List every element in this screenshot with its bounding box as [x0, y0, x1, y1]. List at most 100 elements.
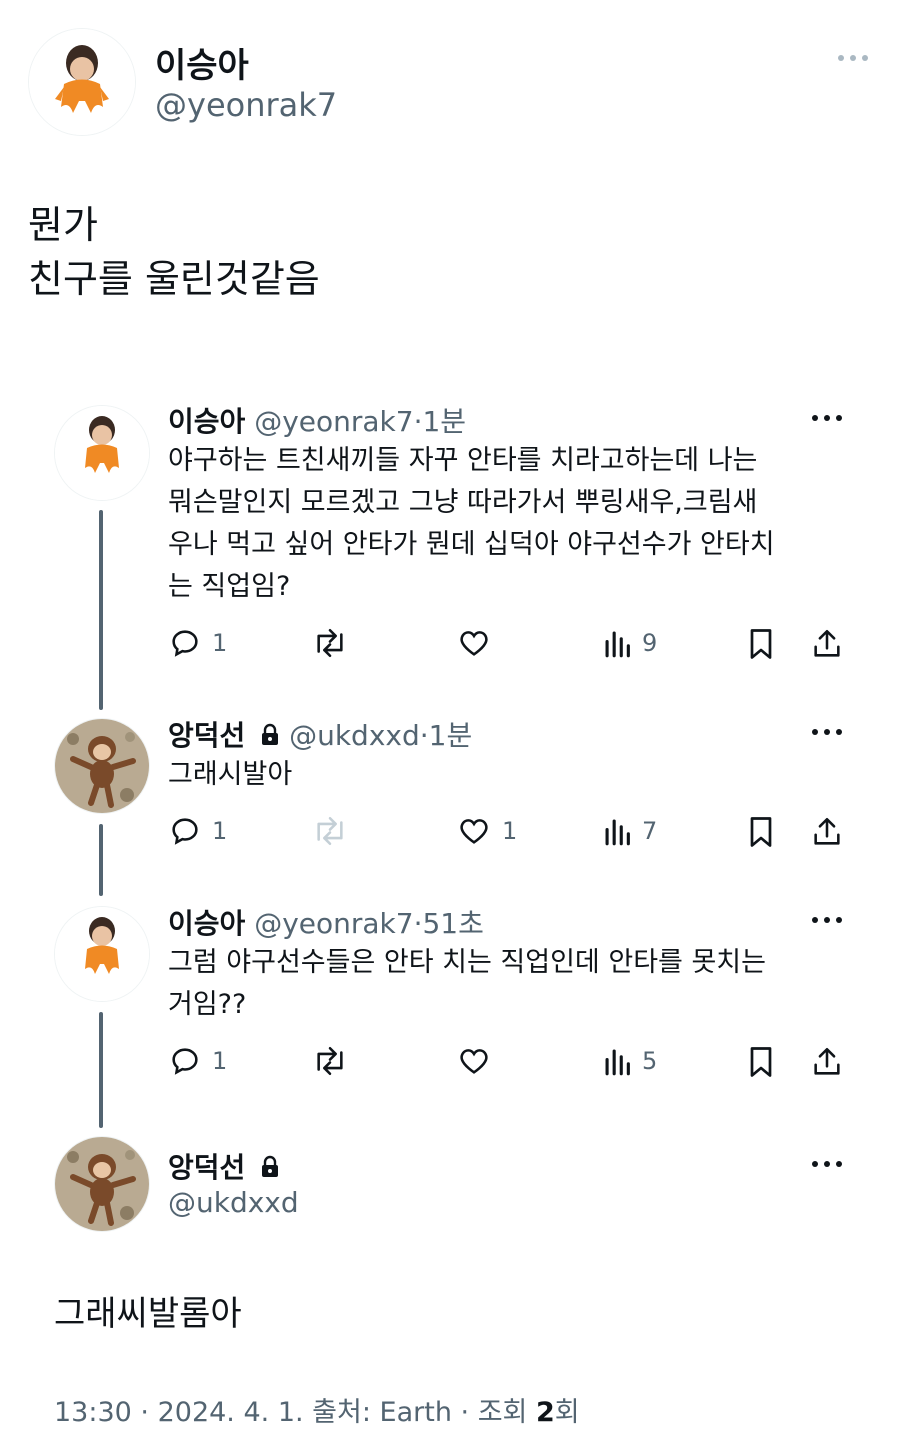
reply-handle[interactable]: @yeonrak7 — [254, 907, 413, 940]
share-icon — [814, 1047, 840, 1075]
bookmark-button[interactable] — [745, 626, 777, 662]
focused-author-name-row: 앙덕선 — [168, 1146, 280, 1186]
reply-text: 그래시발아 — [168, 754, 292, 796]
reply-handle[interactable]: @ukdxxd — [289, 719, 420, 752]
monkey-plush-avatar-icon — [55, 1137, 149, 1231]
views-unit: 회 — [554, 1397, 580, 1428]
retweet-icon — [317, 1046, 343, 1076]
reply-text: 그럼 야구선수들은 안타 치는 직업인데 안타를 못치는 거임?? — [168, 942, 766, 1026]
views-label: 조회 — [477, 1397, 528, 1428]
reply-separator: · — [419, 719, 429, 752]
reply-text: 야구하는 트친새끼들 자꾸 안타를 치라고하는데 나는 뭐슨말인지 모르겠고 그… — [168, 440, 775, 608]
reply-count: 1 — [212, 817, 228, 845]
retweet-icon — [317, 628, 343, 658]
bookmark-icon — [750, 817, 772, 847]
main-post-line-2: 친구를 울린것같음 — [28, 257, 320, 301]
focused-post-text: 그래씨발롬아 — [54, 1294, 242, 1334]
reply-text-line: 야구하는 트친새끼들 자꾸 안타를 치라고하는데 나는 — [168, 445, 758, 476]
reply-text-line: 거임?? — [168, 989, 247, 1020]
reply-icon — [172, 818, 198, 845]
reply-handle[interactable]: @yeonrak7 — [254, 405, 413, 438]
views-button[interactable]: 7 — [602, 814, 657, 848]
reply-icon — [172, 630, 198, 657]
focused-author-avatar[interactable] — [54, 1136, 150, 1232]
meta-separator: · — [140, 1397, 149, 1428]
like-button[interactable] — [456, 1044, 492, 1078]
like-button[interactable] — [456, 626, 492, 660]
reply-time[interactable]: 1분 — [429, 719, 473, 752]
reply-header: 앙덕선 @ukdxxd·1분 — [168, 714, 472, 754]
reply-more-icon[interactable] — [810, 408, 844, 432]
reply-header: 이승아 @yeonrak7·51초 — [168, 902, 484, 942]
reply-icon — [172, 1048, 198, 1075]
reply-text-line: 뭐슨말인지 모르겠고 그냥 따라가서 뿌링새우,크림새 — [168, 487, 758, 518]
share-button[interactable] — [810, 1044, 844, 1080]
author-handle[interactable]: @yeonrak7 — [155, 86, 337, 124]
reply-display-name[interactable]: 앙덕선 — [168, 719, 245, 752]
like-button[interactable]: 1 — [456, 814, 517, 848]
reply-time[interactable]: 1분 — [422, 405, 466, 438]
bookmark-button[interactable] — [745, 1044, 777, 1080]
reply-more-icon[interactable] — [810, 722, 844, 746]
views-count: 9 — [642, 629, 658, 657]
reply-avatar[interactable] — [54, 405, 150, 501]
lock-icon — [260, 1153, 280, 1186]
reply-count: 1 — [212, 629, 228, 657]
reply-avatar[interactable] — [54, 718, 150, 814]
main-post-line-1: 뭔가 — [28, 203, 98, 247]
focused-author-display-name[interactable]: 앙덕선 — [168, 1151, 245, 1184]
reply-avatar[interactable] — [54, 906, 150, 1002]
thread-connector-line — [99, 1012, 103, 1128]
post-date[interactable]: 2024. 4. 1. — [158, 1397, 304, 1428]
author-avatar[interactable] — [28, 28, 136, 136]
focused-author-handle[interactable]: @ukdxxd — [168, 1186, 299, 1219]
post-time[interactable]: 13:30 — [54, 1397, 132, 1428]
like-count: 1 — [502, 817, 518, 845]
reply-button[interactable]: 1 — [168, 1044, 227, 1078]
focused-more-icon[interactable] — [810, 1154, 844, 1178]
heart-icon — [460, 1049, 488, 1074]
lock-icon — [260, 721, 280, 754]
share-button[interactable] — [810, 626, 844, 662]
reply-text-line: 우나 먹고 싶어 안타가 뭔데 십덕아 야구선수가 안타치 — [168, 529, 775, 560]
reply-count: 1 — [212, 1047, 228, 1075]
thread-connector-line — [99, 510, 103, 710]
monkey-plush-avatar-icon — [55, 719, 149, 813]
thread-connector-line — [99, 824, 103, 896]
main-more-icon[interactable] — [836, 48, 870, 68]
bar-chart-icon — [605, 819, 630, 846]
bar-chart-icon — [605, 631, 630, 658]
reply-text-line: 는 직업임? — [168, 571, 291, 602]
share-icon — [814, 817, 840, 845]
views-count: 5 — [642, 1047, 658, 1075]
orange-figure-avatar-icon — [29, 29, 135, 135]
retweet-button[interactable] — [310, 626, 350, 660]
views-button[interactable]: 5 — [602, 1044, 657, 1078]
retweet-button[interactable] — [310, 1044, 350, 1078]
reply-header: 이승아 @yeonrak7·1분 — [168, 400, 466, 440]
bookmark-button[interactable] — [745, 814, 777, 850]
bar-chart-icon — [605, 1049, 630, 1076]
reply-button[interactable]: 1 — [168, 814, 227, 848]
retweet-button-disabled — [310, 814, 350, 848]
reply-button[interactable]: 1 — [168, 626, 227, 660]
reply-more-icon[interactable] — [810, 910, 844, 934]
reply-text-line: 그럼 야구선수들은 안타 치는 직업인데 안타를 못치는 — [168, 947, 766, 978]
share-button[interactable] — [810, 814, 844, 850]
reply-text-line: 그래시발아 — [168, 759, 293, 790]
reply-display-name[interactable]: 이승아 — [168, 405, 245, 438]
main-post-text: 뭔가 친구를 울린것같음 — [28, 198, 320, 306]
orange-figure-avatar-icon — [55, 406, 149, 500]
bookmark-icon — [750, 629, 772, 659]
reply-time[interactable]: 51초 — [422, 907, 483, 940]
retweet-icon — [317, 816, 343, 846]
orange-figure-avatar-icon — [55, 907, 149, 1001]
views-button[interactable]: 9 — [602, 626, 657, 660]
reply-display-name[interactable]: 이승아 — [168, 907, 245, 940]
post-meta: 13:30 · 2024. 4. 1. 출처: Earth · 조회 2회 — [54, 1390, 580, 1429]
bookmark-icon — [750, 1047, 772, 1077]
heart-icon — [460, 631, 488, 656]
meta-separator: · — [460, 1397, 470, 1428]
post-source: 출처: Earth — [312, 1397, 452, 1428]
author-display-name[interactable]: 이승아 — [155, 38, 249, 87]
